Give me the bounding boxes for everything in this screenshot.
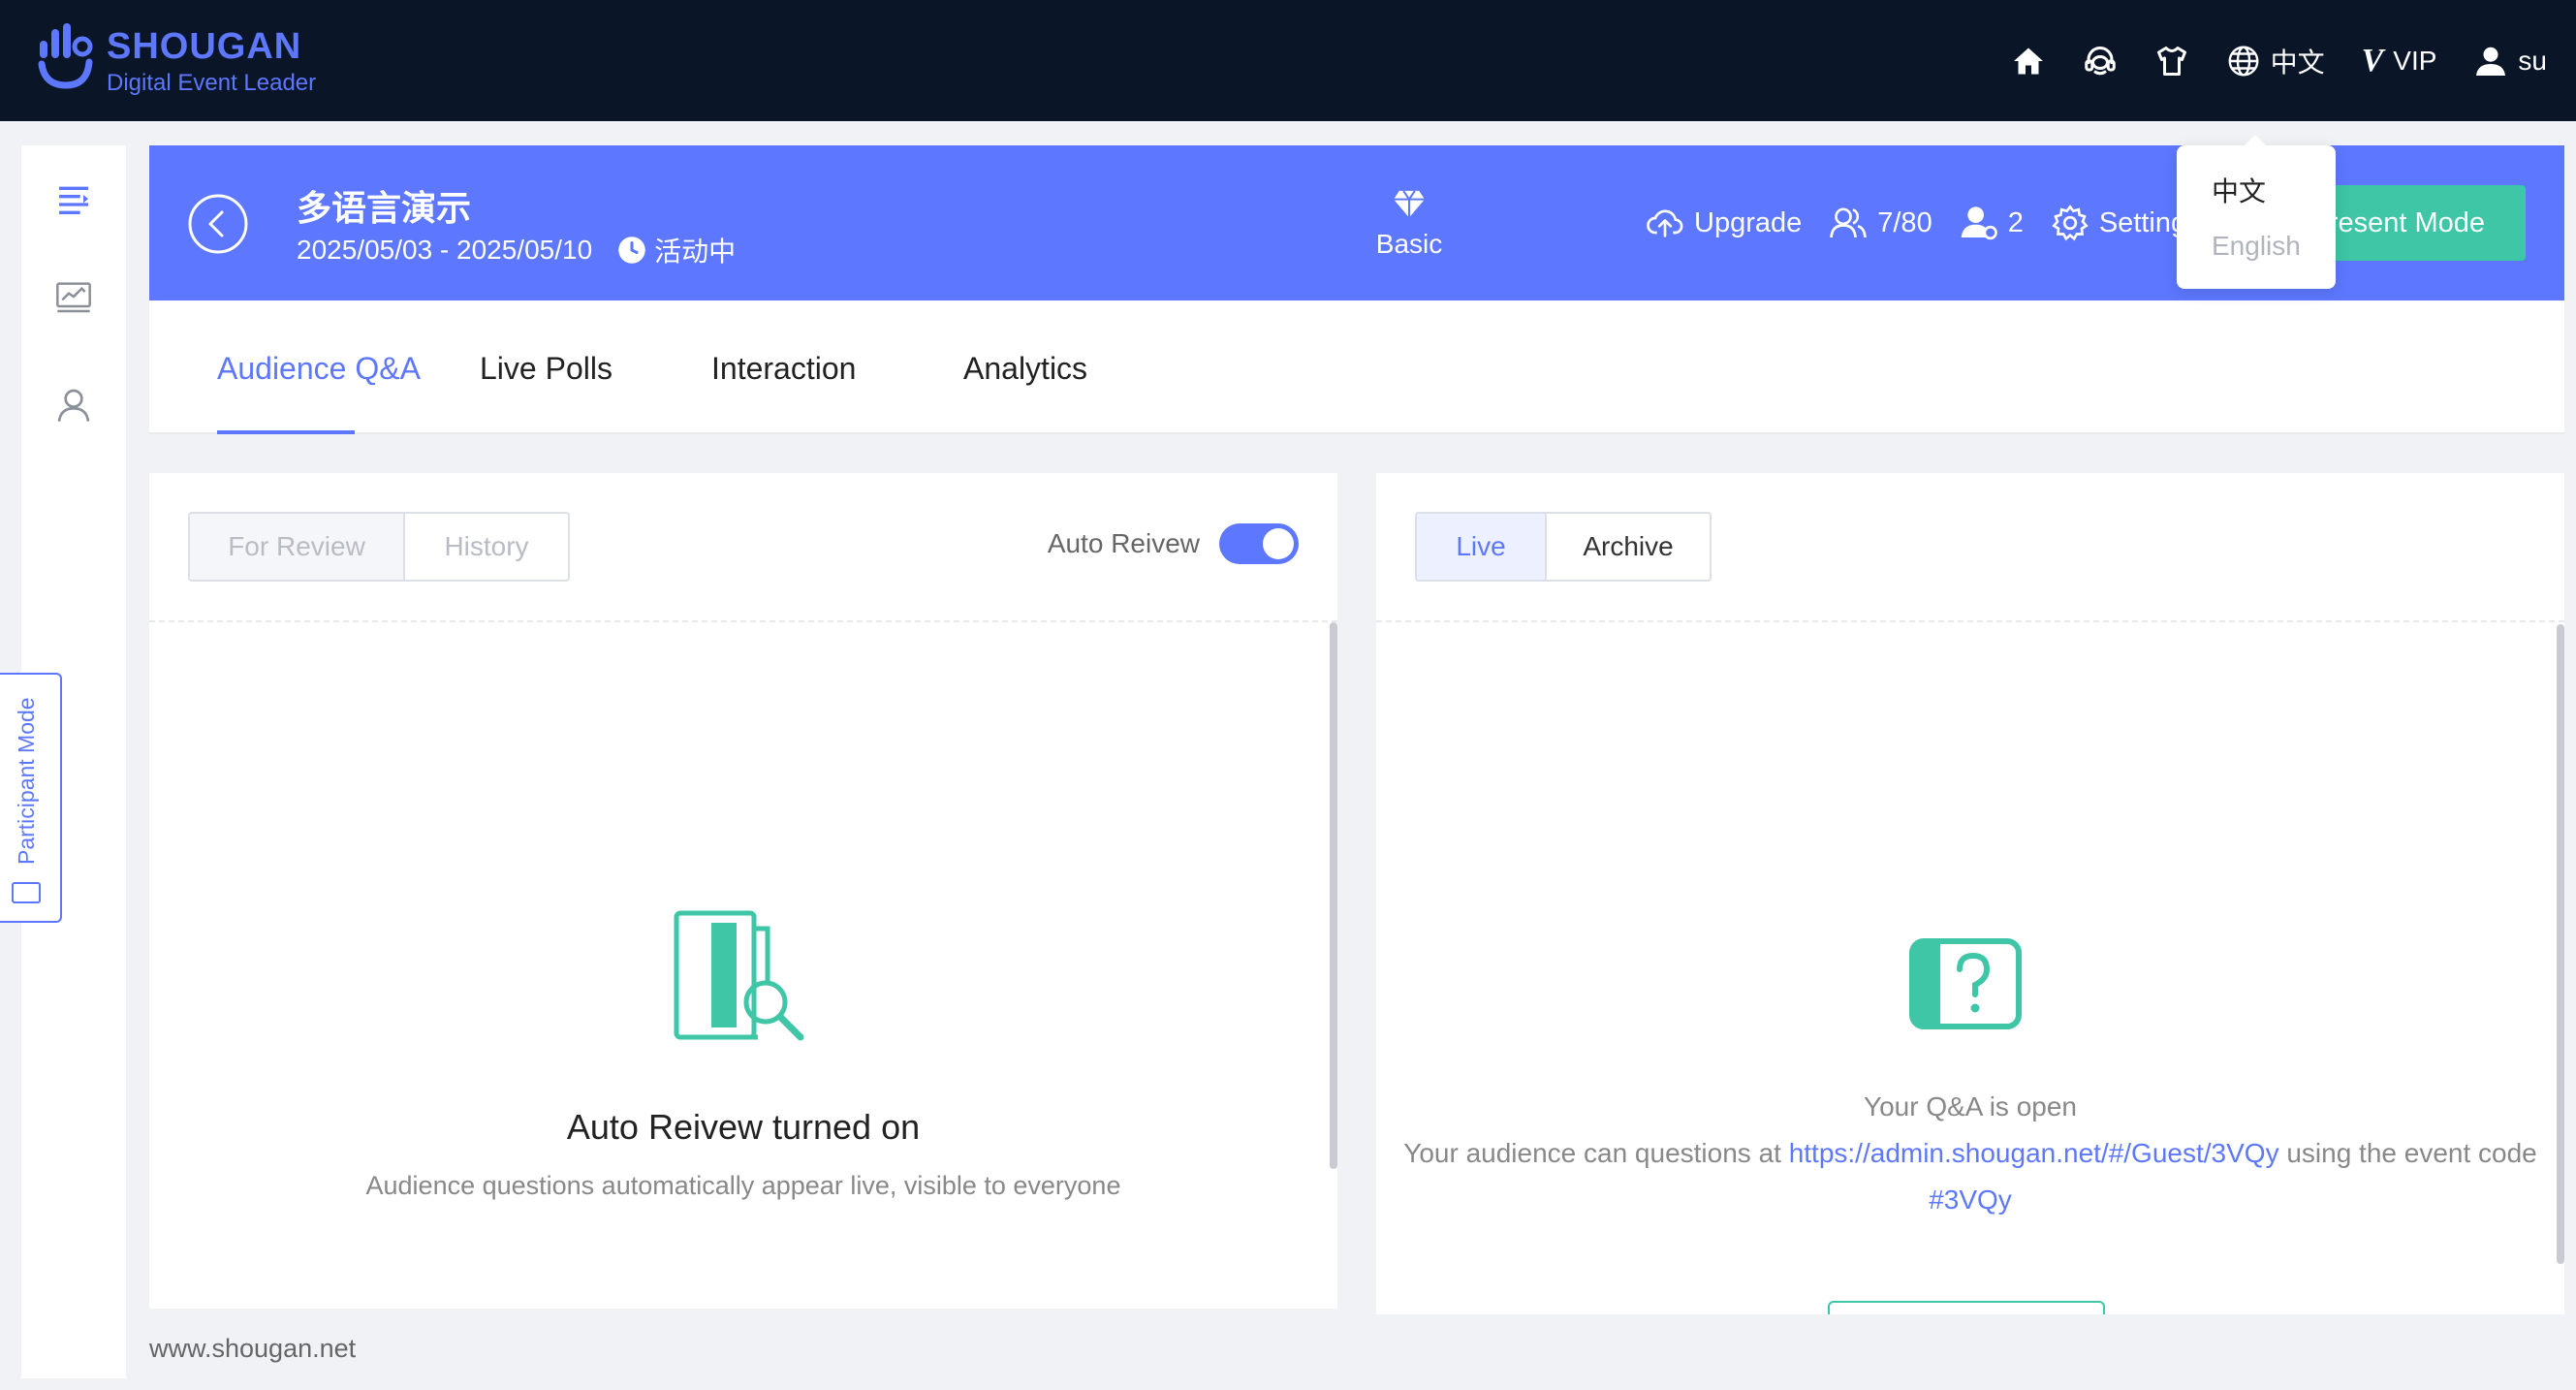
participant-mode-tab[interactable]: Participant Mode xyxy=(0,673,62,923)
present-mode-label: Present Mode xyxy=(2309,207,2485,238)
logo-hand-icon xyxy=(38,23,93,89)
cloud-upload-icon xyxy=(1647,209,1683,237)
auto-review-label: Auto Reivew xyxy=(1047,528,1200,558)
empty-subtitle: Audience questions automatically appear … xyxy=(365,1171,1121,1200)
upgrade-label: Upgrade xyxy=(1694,206,1803,238)
event-dates: 2025/05/03 - 2025/05/10 活动中 xyxy=(297,231,736,269)
chart-icon[interactable] xyxy=(54,277,93,316)
footer-url: www.shougan.net xyxy=(149,1334,357,1363)
auto-review-toggle[interactable] xyxy=(1219,523,1299,564)
users-icon xyxy=(1830,207,1868,238)
vip-icon: V xyxy=(2361,42,2384,79)
theme-button[interactable] xyxy=(2154,44,2189,79)
diamond-icon xyxy=(1394,190,1425,218)
language-option-en[interactable]: English xyxy=(2212,231,2301,262)
question-icon xyxy=(1909,938,2022,1029)
event-status: 活动中 xyxy=(617,231,736,269)
hosts-button[interactable]: 2 xyxy=(1960,204,2024,242)
brand-name: SHOUGAN xyxy=(107,26,302,67)
user-icon xyxy=(2476,47,2506,76)
back-icon[interactable] xyxy=(188,194,248,254)
tab-live-polls[interactable]: Live Polls xyxy=(480,351,613,387)
language-switcher[interactable]: 中文 xyxy=(2226,42,2325,80)
event-title: 多语言演示 xyxy=(297,188,472,228)
event-code: #3VQy xyxy=(1929,1185,2012,1215)
qa-instructions-prefix: Your audience can questions at xyxy=(1403,1138,1789,1168)
gear-icon xyxy=(2052,205,2089,241)
hosts-icon xyxy=(1961,206,1997,240)
support-button[interactable] xyxy=(2083,44,2118,79)
globe-icon xyxy=(2228,46,2259,76)
vip-link[interactable]: V VIP xyxy=(2362,43,2437,79)
upgrade-button[interactable]: Upgrade xyxy=(1646,204,1802,242)
tab-audience-qa[interactable]: Audience Q&A xyxy=(217,351,421,387)
top-bar: SHOUGAN Digital Event Leader 中文 V VIP su xyxy=(0,0,2576,121)
live-panel: Live Archive Your Q&A is open Your audie… xyxy=(1376,473,2564,1314)
empty-title: Auto Reivew turned on xyxy=(566,1107,921,1147)
qa-instructions-suffix: using the event code xyxy=(2278,1138,2537,1168)
live-segment: Live Archive xyxy=(1415,512,1712,582)
review-search-icon xyxy=(674,910,804,1041)
shirt-icon xyxy=(2156,46,2186,76)
brand-tagline: Digital Event Leader xyxy=(107,70,317,96)
language-label: 中文 xyxy=(2270,47,2325,78)
user-menu[interactable]: su xyxy=(2473,44,2547,79)
attendees-button[interactable]: 7/80 xyxy=(1829,204,1932,242)
home-button[interactable] xyxy=(2011,44,2046,79)
divider xyxy=(149,620,1337,622)
live-tab[interactable]: Live xyxy=(1417,514,1545,580)
username: su xyxy=(2518,45,2547,76)
active-tab-indicator xyxy=(217,430,355,434)
hosts-count: 2 xyxy=(2007,206,2024,238)
auto-review-control: Auto Reivew xyxy=(1048,523,1299,564)
support-icon xyxy=(2084,46,2116,75)
divider xyxy=(1376,620,2564,622)
present-mode-button[interactable]: Present Mode xyxy=(2307,185,2526,261)
archive-tab[interactable]: Archive xyxy=(1545,514,1710,580)
event-date-range: 2025/05/03 - 2025/05/10 xyxy=(297,235,593,265)
language-option-zh[interactable]: 中文 xyxy=(2212,171,2266,209)
plan-label: Basic xyxy=(1375,229,1443,259)
guest-link[interactable]: https://admin.shougan.net/#/Guest/3VQy xyxy=(1789,1138,2279,1168)
event-status-label: 活动中 xyxy=(654,237,737,267)
review-panel: For Review History Auto Reivew Auto Reiv… xyxy=(149,473,1337,1309)
share-button[interactable] xyxy=(1828,1301,2105,1314)
tabs-bar: Audience Q&A Live Polls Interaction Anal… xyxy=(149,300,2564,434)
tab-analytics[interactable]: Analytics xyxy=(963,351,1087,387)
history-tab[interactable]: History xyxy=(403,514,568,580)
attendees-count: 7/80 xyxy=(1877,206,1932,238)
participant-mode-label: Participant Mode xyxy=(14,697,39,865)
side-rail: Participant Mode xyxy=(0,145,126,1378)
plan-badge[interactable]: Basic xyxy=(1322,188,1496,260)
home-icon xyxy=(2013,47,2043,74)
tab-interaction[interactable]: Interaction xyxy=(711,351,856,387)
for-review-tab[interactable]: For Review xyxy=(190,514,403,580)
screen-icon xyxy=(12,882,41,903)
language-menu: 中文 English xyxy=(2177,135,2336,289)
menu-list-icon[interactable] xyxy=(54,180,93,219)
qa-instructions: Your audience can questions at https://a… xyxy=(1376,1138,2564,1169)
scrollbar[interactable] xyxy=(1330,622,1337,1169)
clock-icon xyxy=(618,237,645,264)
user-icon[interactable] xyxy=(54,386,93,425)
qa-open-title: Your Q&A is open xyxy=(1863,1091,2077,1121)
logo[interactable]: SHOUGAN Digital Event Leader xyxy=(37,21,316,97)
review-segment: For Review History xyxy=(188,512,570,582)
vip-label: VIP xyxy=(2393,45,2437,76)
